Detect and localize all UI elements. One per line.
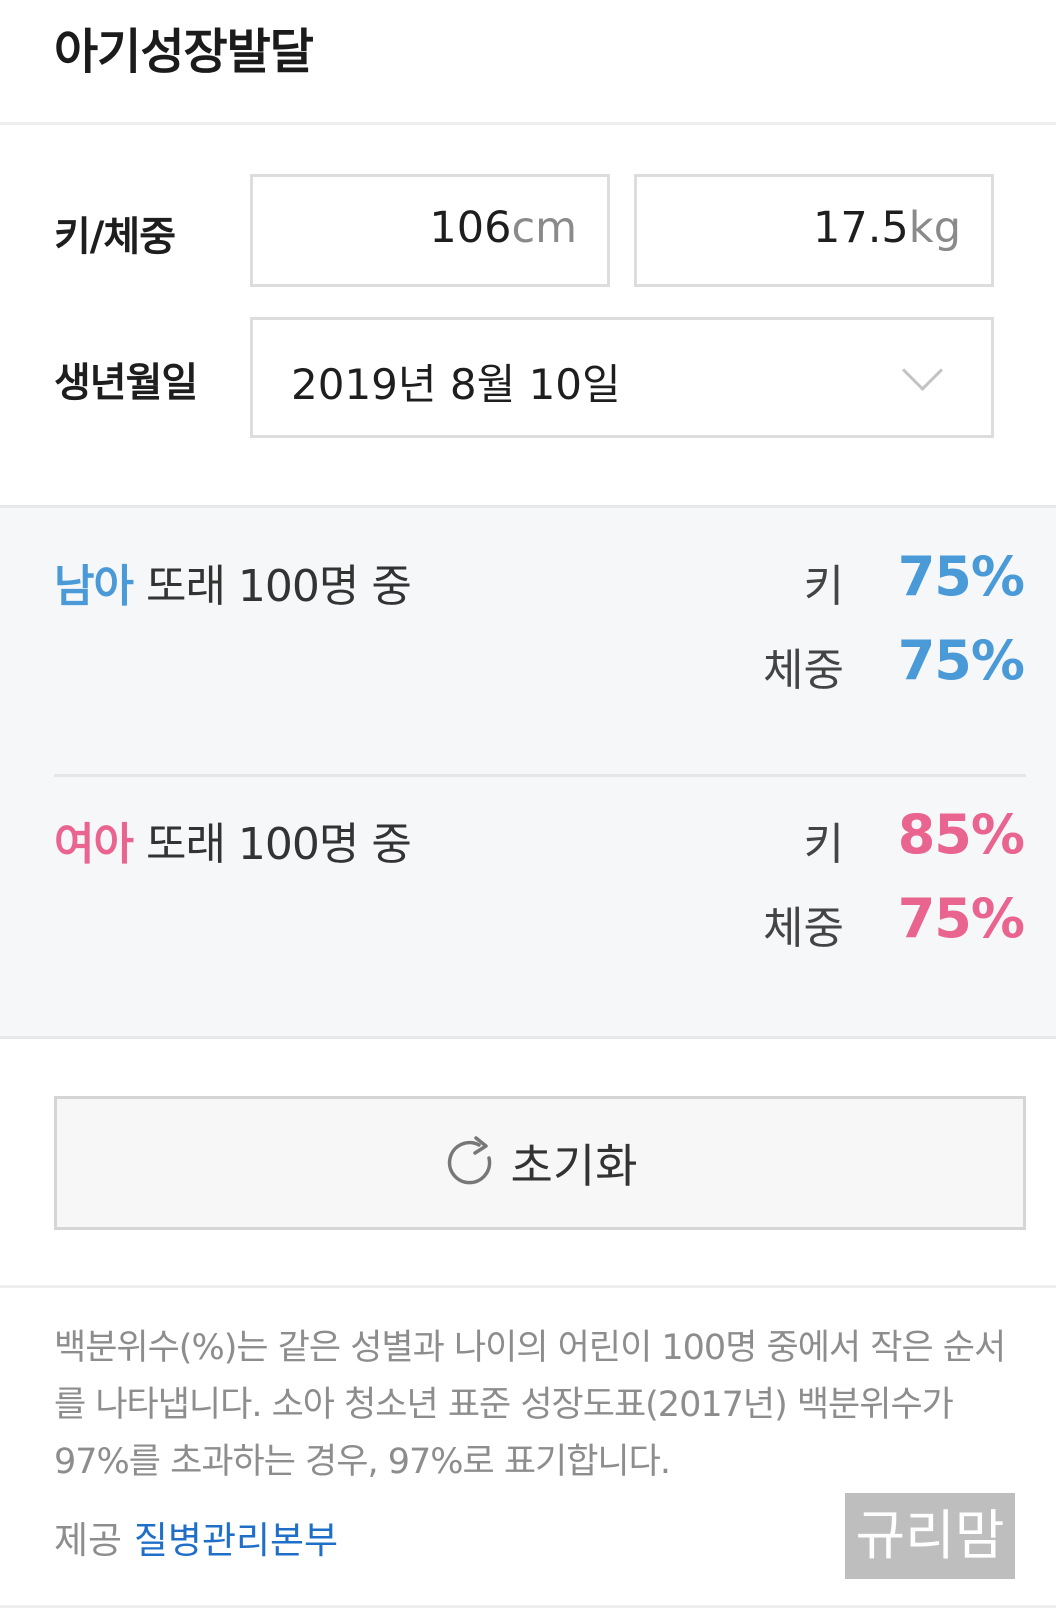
weight-value-group: 17.5kg bbox=[813, 203, 961, 253]
bottom-divider bbox=[0, 1605, 1056, 1608]
height-unit: cm bbox=[511, 203, 577, 253]
provider-link[interactable]: 질병관리본부 bbox=[134, 1519, 338, 1562]
boy-label: 남아 bbox=[54, 561, 134, 612]
refresh-icon bbox=[447, 1136, 491, 1185]
girl-weight-percentile: 75% bbox=[897, 887, 1025, 950]
percentile-notice: 백분위수(%)는 같은 성별과 나이의 어린이 100명 중에서 작은 순서를 … bbox=[54, 1328, 1006, 1482]
birthdate-select[interactable]: 2019년 8월 10일 bbox=[250, 317, 994, 438]
height-value: 106 bbox=[429, 203, 512, 253]
results-divider bbox=[54, 774, 1026, 777]
girl-height-label: 키 bbox=[803, 819, 844, 870]
boy-heading: 남아 또래 100명 중 bbox=[54, 550, 412, 614]
weight-unit: kg bbox=[908, 203, 961, 253]
chevron-down-icon bbox=[901, 349, 944, 392]
reset-button[interactable]: 초기화 bbox=[54, 1096, 1026, 1230]
watermark: 규리맘 bbox=[845, 1493, 1015, 1579]
girl-label: 여아 bbox=[54, 819, 134, 870]
girl-weight-label: 체중 bbox=[763, 903, 844, 954]
provider-label: 제공 bbox=[54, 1519, 123, 1562]
boy-weight-percentile: 75% bbox=[897, 629, 1025, 692]
provider-credit: 제공 질병관리본부 bbox=[54, 1510, 338, 1564]
girl-peer-text: 또래 100명 중 bbox=[145, 819, 412, 870]
reset-label: 초기화 bbox=[510, 1139, 638, 1193]
birthdate-value: 2019년 8월 10일 bbox=[291, 360, 621, 409]
girl-heading: 여아 또래 100명 중 bbox=[54, 808, 412, 872]
boy-weight-label: 체중 bbox=[763, 645, 844, 696]
percentile-results: 남아 또래 100명 중 키 75% 체중 75% 여아 또래 100명 중 키… bbox=[0, 505, 1056, 1039]
girl-height-percentile: 85% bbox=[897, 803, 1025, 866]
boy-height-label: 키 bbox=[803, 561, 844, 612]
height-field[interactable]: 106cm bbox=[250, 174, 610, 287]
height-value-group: 106cm bbox=[429, 203, 577, 253]
weight-value: 17.5 bbox=[813, 203, 909, 253]
birthdate-label: 생년월일 bbox=[54, 360, 198, 406]
boy-height-percentile: 75% bbox=[897, 545, 1025, 608]
height-weight-label: 키/체중 bbox=[54, 214, 176, 260]
weight-field[interactable]: 17.5kg bbox=[634, 174, 994, 287]
header: 아기성장발달 bbox=[0, 0, 1056, 125]
footer-divider bbox=[0, 1285, 1056, 1288]
page-title: 아기성장발달 bbox=[54, 24, 314, 80]
boy-peer-text: 또래 100명 중 bbox=[145, 561, 412, 612]
